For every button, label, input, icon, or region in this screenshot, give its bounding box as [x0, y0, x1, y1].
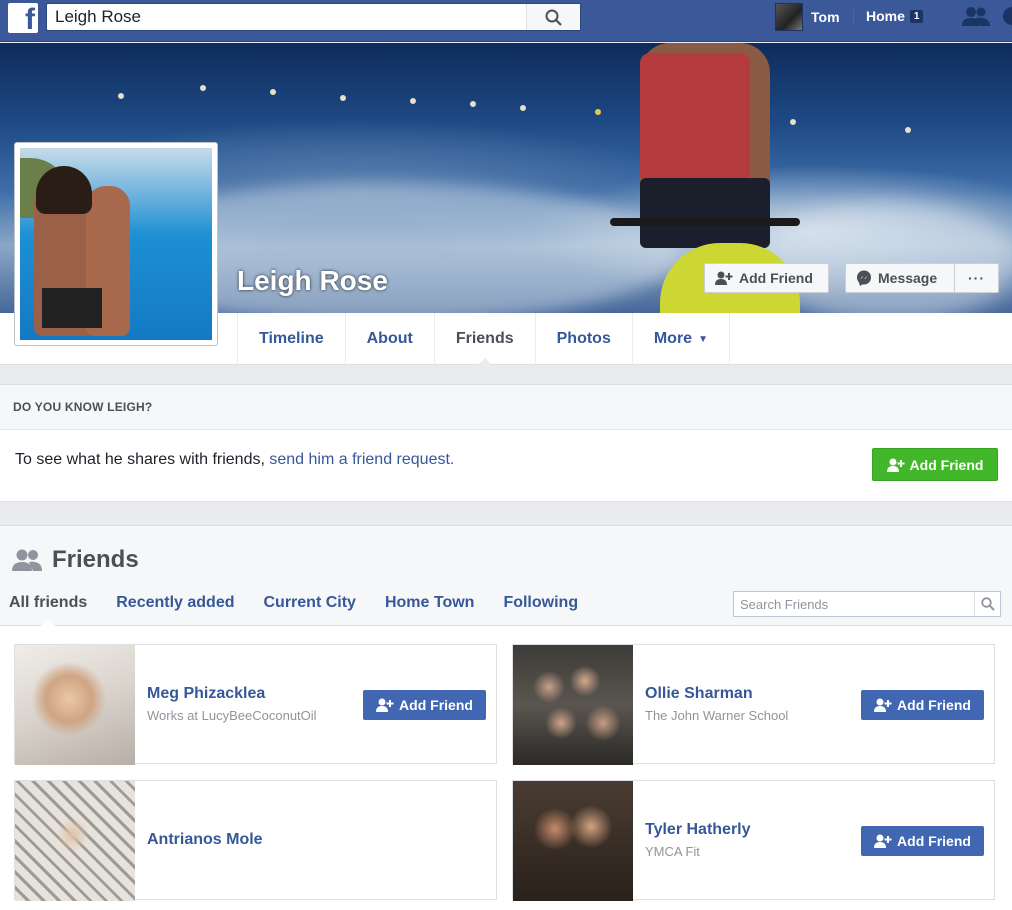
- tab-more-label: More: [653, 330, 693, 347]
- add-friend-button[interactable]: Add Friend: [861, 826, 984, 856]
- add-friend-icon: [715, 271, 733, 285]
- add-friend-label: Add Friend: [897, 697, 971, 713]
- add-friend-button[interactable]: Add Friend: [363, 690, 486, 720]
- cover-add-friend-button[interactable]: Add Friend: [704, 263, 829, 293]
- messages-icon[interactable]: [1002, 6, 1012, 33]
- user-name: Tom: [811, 9, 840, 25]
- add-friend-icon: [376, 698, 394, 712]
- search-input[interactable]: [47, 4, 527, 30]
- add-friend-icon: [874, 834, 892, 848]
- tab-more[interactable]: More ▼: [633, 313, 730, 365]
- search-icon: [545, 9, 562, 26]
- search-friends-box: [733, 591, 1001, 617]
- add-friend-icon: [886, 458, 905, 472]
- friend-name[interactable]: Antrianos Mole: [147, 831, 263, 849]
- friend-name[interactable]: Ollie Sharman: [645, 685, 753, 703]
- search-icon: [981, 597, 995, 611]
- friend-photo[interactable]: [15, 645, 135, 765]
- more-options-button[interactable]: ···: [954, 263, 999, 293]
- search-friends-input[interactable]: [734, 592, 974, 616]
- friend-name[interactable]: Tyler Hatherly: [645, 821, 751, 839]
- friend-subtitle: Works at LucyBeeCoconutOil: [147, 708, 317, 723]
- add-friend-label: Add Friend: [909, 456, 984, 473]
- do-you-know-panel: DO YOU KNOW LEIGH? To see what he shares…: [0, 384, 1012, 502]
- add-friend-button[interactable]: Add Friend: [872, 448, 998, 481]
- tab-timeline[interactable]: Timeline: [238, 313, 346, 365]
- tab-following[interactable]: Following: [503, 594, 578, 612]
- top-bar: f Tom Home 1: [0, 0, 1012, 42]
- profile-picture[interactable]: [14, 142, 218, 346]
- tab-about-label: About: [366, 330, 413, 347]
- avatar: [775, 3, 803, 31]
- friends-title: Friends: [52, 546, 139, 573]
- home-label: Home: [866, 8, 905, 24]
- search-button[interactable]: [526, 4, 580, 30]
- profile-name: Leigh Rose: [237, 265, 388, 296]
- home-count-badge: 1: [909, 9, 924, 23]
- friend-photo[interactable]: [513, 645, 633, 765]
- tab-recently-added[interactable]: Recently added: [116, 594, 234, 612]
- do-you-know-text: To see what he shares with friends,: [15, 451, 270, 468]
- friend-card: Ollie Sharman The John Warner School Add…: [512, 644, 995, 765]
- friend-card: Tyler Hatherly YMCA Fit Add Friend: [512, 780, 995, 901]
- add-friend-icon: [874, 698, 892, 712]
- add-friend-label: Add Friend: [399, 697, 473, 713]
- tab-friends-label: Friends: [455, 330, 514, 347]
- facebook-logo[interactable]: f: [8, 3, 38, 36]
- tab-home-town[interactable]: Home Town: [385, 594, 474, 612]
- messenger-icon: [857, 270, 871, 286]
- more-options-icon: ···: [968, 270, 985, 286]
- friends-icon: [12, 549, 42, 571]
- friend-card: Meg Phizacklea Works at LucyBeeCoconutOi…: [14, 644, 497, 765]
- tab-photos-label: Photos: [556, 330, 611, 347]
- search-friends-button[interactable]: [974, 592, 1000, 616]
- friend-subtitle: YMCA Fit: [645, 844, 700, 859]
- search-box: [46, 3, 581, 31]
- home-link[interactable]: Home 1: [866, 8, 924, 24]
- tab-timeline-label: Timeline: [259, 330, 324, 347]
- friend-requests-icon[interactable]: [962, 6, 990, 33]
- caret-down-icon: ▼: [698, 333, 708, 345]
- tab-photos[interactable]: Photos: [536, 313, 633, 365]
- message-label: Message: [878, 270, 938, 286]
- friend-card: Antrianos Mole: [14, 780, 497, 901]
- friend-request-link[interactable]: send him a friend request.: [269, 451, 454, 468]
- friend-photo[interactable]: [15, 781, 135, 901]
- facebook-logo-letter: f: [25, 3, 35, 36]
- do-you-know-heading: DO YOU KNOW LEIGH?: [0, 385, 1012, 430]
- tab-friends[interactable]: Friends: [435, 313, 536, 366]
- friend-photo[interactable]: [513, 781, 633, 901]
- friend-name[interactable]: Meg Phizacklea: [147, 685, 265, 703]
- friends-section: Friends All friends Recently added Curre…: [0, 525, 1012, 910]
- tab-current-city[interactable]: Current City: [264, 594, 356, 612]
- cover-add-friend-label: Add Friend: [739, 270, 813, 286]
- friend-subtitle: The John Warner School: [645, 708, 789, 723]
- add-friend-button[interactable]: Add Friend: [861, 690, 984, 720]
- add-friend-label: Add Friend: [897, 833, 971, 849]
- message-button[interactable]: Message: [845, 263, 955, 293]
- topbar-divider: [853, 9, 854, 25]
- tab-all-friends[interactable]: All friends: [9, 594, 87, 627]
- profile-link[interactable]: Tom: [775, 3, 840, 31]
- tab-about[interactable]: About: [346, 313, 435, 365]
